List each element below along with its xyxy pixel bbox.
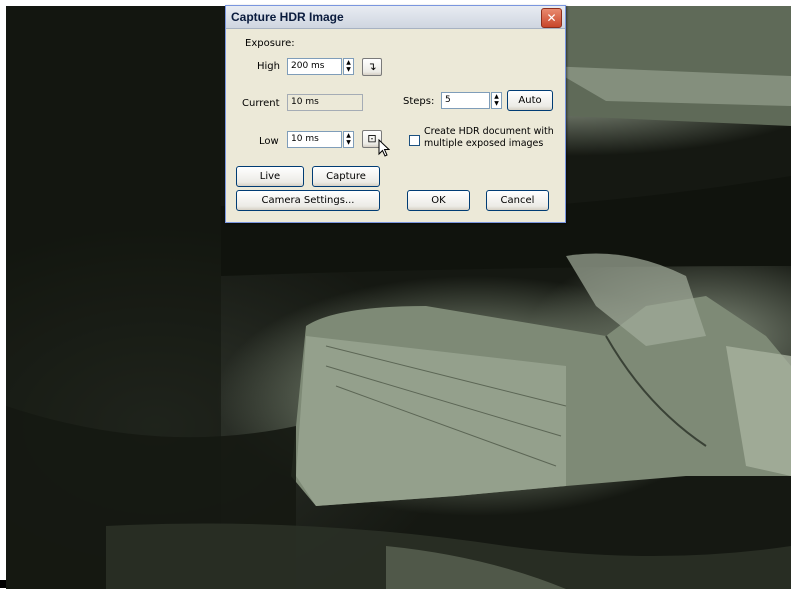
- low-label: Low: [259, 136, 279, 147]
- auto-button[interactable]: Auto: [507, 90, 553, 111]
- close-button[interactable]: ✕: [541, 8, 562, 28]
- steps-input[interactable]: 5: [441, 92, 490, 109]
- set-high-button[interactable]: ↴: [362, 58, 382, 76]
- arrow-down-right-icon: ↴: [367, 60, 377, 73]
- dialog-title: Capture HDR Image: [231, 10, 344, 24]
- low-exposure-spinner[interactable]: ▲ ▼: [343, 131, 354, 148]
- high-exposure-spinner[interactable]: ▲ ▼: [343, 58, 354, 75]
- live-button[interactable]: Live: [236, 166, 304, 187]
- spin-up-icon[interactable]: ▲: [492, 93, 501, 100]
- spin-down-icon[interactable]: ▼: [344, 139, 353, 146]
- create-hdr-checkbox[interactable]: [409, 135, 420, 146]
- ok-button[interactable]: OK: [407, 190, 470, 211]
- spin-up-icon[interactable]: ▲: [344, 132, 353, 139]
- spin-down-icon[interactable]: ▼: [344, 66, 353, 73]
- spin-up-icon[interactable]: ▲: [344, 59, 353, 66]
- close-icon: ✕: [546, 11, 557, 25]
- frame-select-icon: ⊡: [367, 132, 377, 145]
- steps-spinner[interactable]: ▲ ▼: [491, 92, 502, 109]
- corner-marker: [0, 580, 6, 588]
- high-label: High: [257, 61, 280, 72]
- mouse-cursor-icon: [378, 139, 390, 157]
- cancel-button[interactable]: Cancel: [486, 190, 549, 211]
- exposure-label: Exposure:: [245, 38, 295, 49]
- create-hdr-label-line1: Create HDR document with: [424, 126, 554, 137]
- high-exposure-input[interactable]: 200 ms: [287, 58, 342, 75]
- create-hdr-label[interactable]: Create HDR document with multiple expose…: [424, 126, 554, 150]
- current-exposure-field: 10 ms: [287, 94, 363, 111]
- capture-button[interactable]: Capture: [312, 166, 380, 187]
- spin-down-icon[interactable]: ▼: [492, 100, 501, 107]
- low-exposure-input[interactable]: 10 ms: [287, 131, 342, 148]
- camera-settings-button[interactable]: Camera Settings...: [236, 190, 380, 211]
- steps-label: Steps:: [403, 96, 435, 107]
- current-label: Current: [242, 98, 280, 109]
- capture-hdr-dialog: Capture HDR Image ✕ Exposure: High 200 m…: [225, 5, 566, 223]
- dialog-titlebar[interactable]: Capture HDR Image ✕: [226, 6, 565, 29]
- create-hdr-label-line2: multiple exposed images: [424, 138, 544, 149]
